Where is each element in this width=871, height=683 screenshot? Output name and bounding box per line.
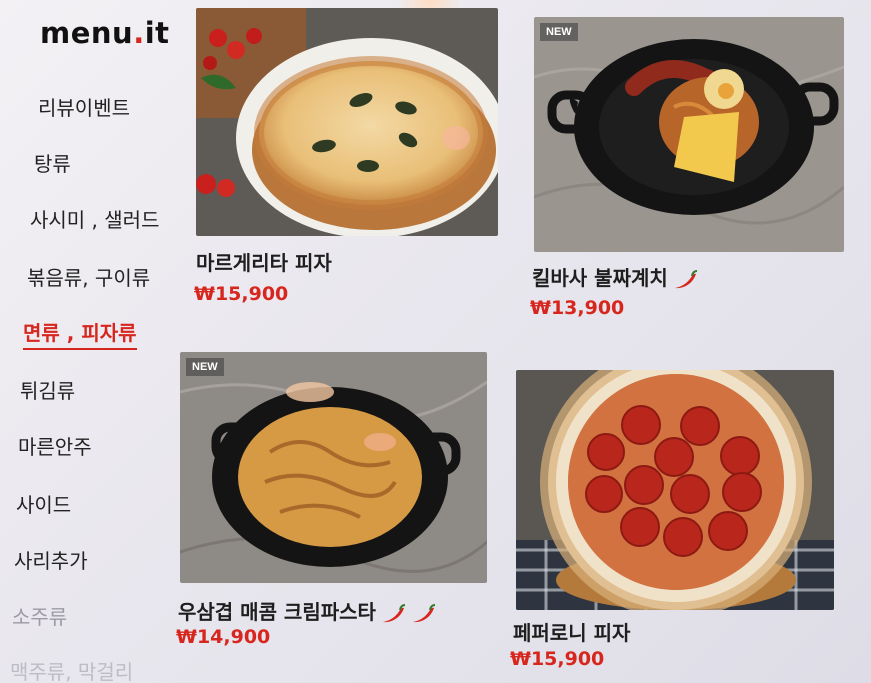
category-dry-snacks[interactable]: 마른안주 <box>18 431 92 460</box>
category-tang[interactable]: 탕류 <box>34 148 71 177</box>
menu-item-price: ₩14,900 <box>176 626 271 648</box>
menu-item-name[interactable]: 페퍼로니 피자 <box>513 617 630 646</box>
category-sidebar: 리뷰이벤트 탕류 사시미 , 샐러드 볶음류, 구이류 면류 , 피자류 튀김류… <box>0 0 190 683</box>
menu-item-name[interactable]: 킬바사 불짜계치 <box>532 262 698 291</box>
menu-item-name[interactable]: 우삼겹 매콤 크림파스타 <box>178 596 436 625</box>
category-fried[interactable]: 튀김류 <box>20 375 75 404</box>
menu-item-price: ₩13,900 <box>530 297 625 319</box>
pepperoni-pizza-icon <box>516 370 834 610</box>
margherita-pizza-icon <box>196 8 498 236</box>
new-badge: NEW <box>540 23 578 41</box>
menu-item-name[interactable]: 마르게리타 피자 <box>196 247 332 276</box>
menu-item-price: ₩15,900 <box>194 283 289 305</box>
category-review-event[interactable]: 리뷰이벤트 <box>38 92 130 121</box>
category-noodle-add[interactable]: 사리추가 <box>14 545 88 574</box>
category-soju[interactable]: 소주류 <box>12 601 67 630</box>
kielbasa-ramen-skillet-image[interactable]: NEW <box>534 17 844 252</box>
cream-pasta-icon <box>180 352 487 583</box>
category-side[interactable]: 사이드 <box>16 489 71 518</box>
category-noodles-pizza[interactable]: 면류 , 피자류 <box>23 317 137 350</box>
kielbasa-skillet-icon <box>534 17 844 252</box>
category-beer-makgeolli[interactable]: 맥주류, 막걸리 <box>10 656 133 683</box>
chili-pepper-icon <box>412 603 436 622</box>
margherita-pizza-image[interactable] <box>196 8 498 236</box>
chili-pepper-icon <box>674 269 697 288</box>
chili-pepper-icon <box>382 603 406 622</box>
category-stir-fry-grill[interactable]: 볶음류, 구이류 <box>27 262 150 291</box>
cream-pasta-skillet-image[interactable]: NEW <box>180 352 487 583</box>
new-badge: NEW <box>186 358 224 376</box>
menu-item-price: ₩15,900 <box>510 648 605 670</box>
category-sashimi-salad[interactable]: 사시미 , 샐러드 <box>30 204 159 233</box>
pepperoni-pizza-image[interactable] <box>516 370 834 610</box>
